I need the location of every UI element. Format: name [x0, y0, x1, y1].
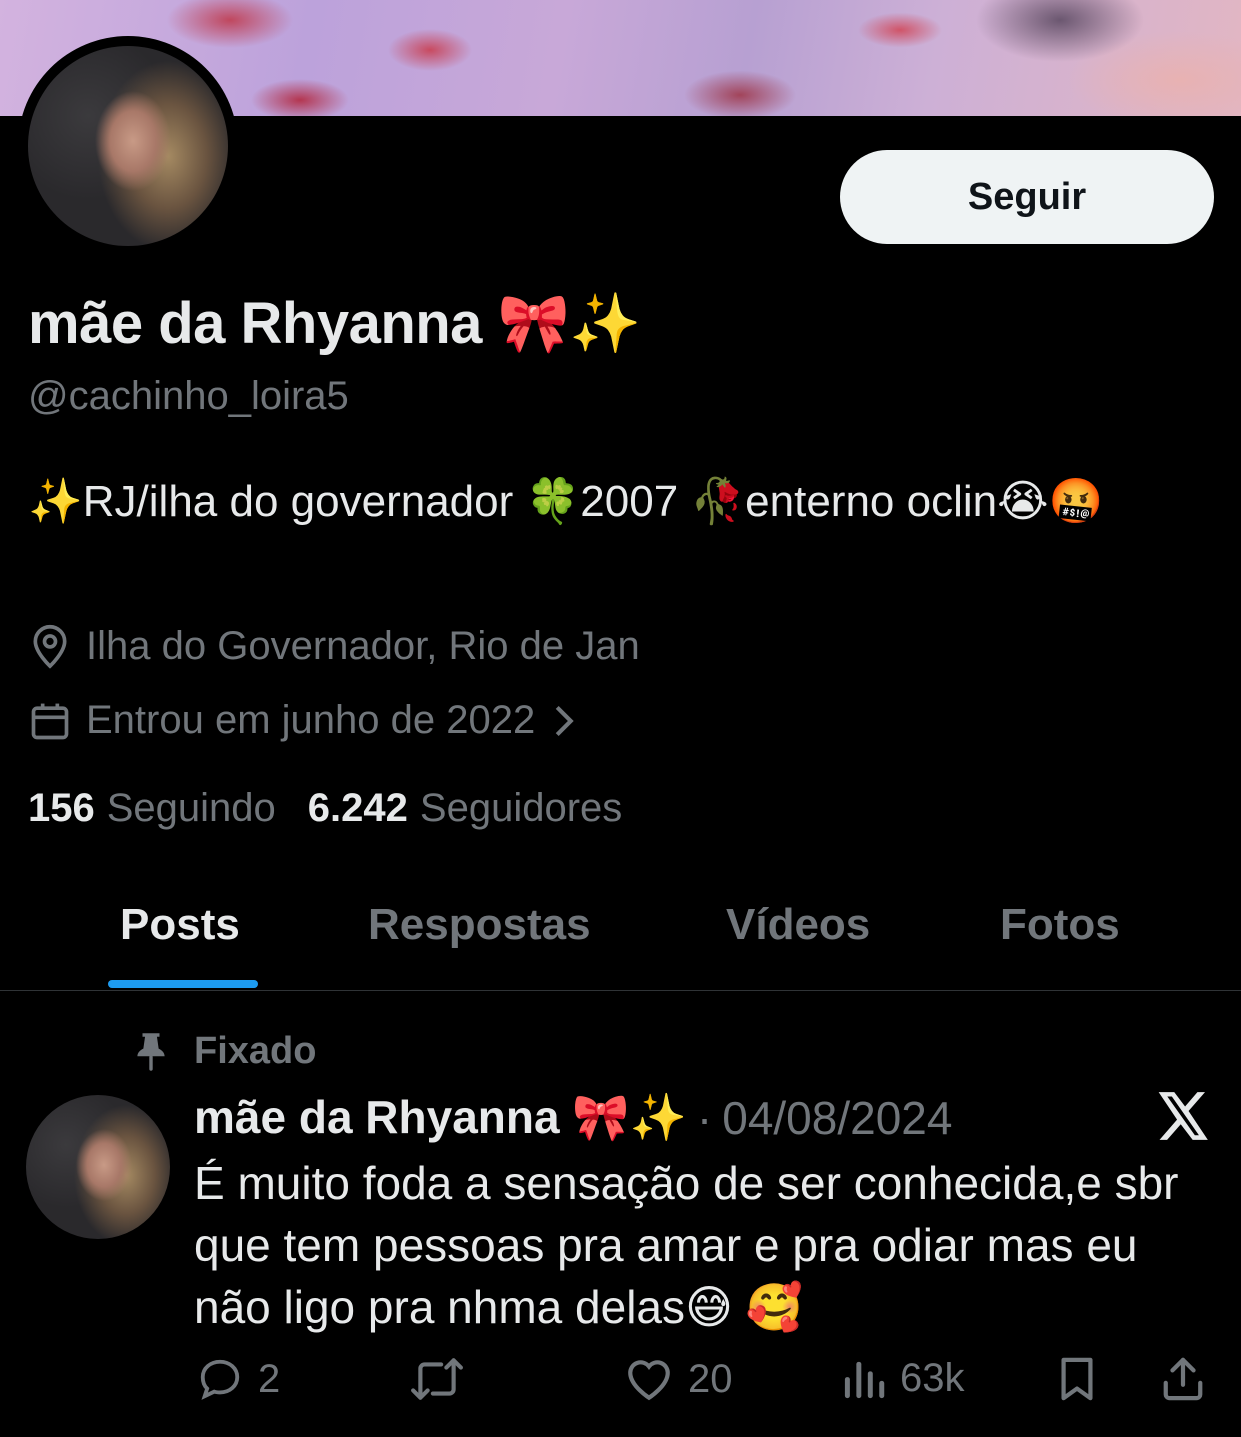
tab-videos[interactable]: Vídeos	[726, 900, 870, 950]
share-icon	[1163, 1357, 1203, 1401]
active-tab-indicator	[108, 980, 258, 988]
bookmark-icon	[1061, 1357, 1093, 1401]
share-button[interactable]	[1160, 1356, 1220, 1402]
post-text: É muito foda a sensação de ser conhecida…	[194, 1157, 1179, 1333]
follow-button[interactable]: Seguir	[840, 150, 1214, 244]
profile-location: Ilha do Governador, Rio de Jan	[28, 622, 640, 670]
profile-display-name: mãe da Rhyanna 🎀✨	[28, 291, 642, 356]
profile-joined[interactable]: Entrou em junho de 2022	[28, 698, 589, 743]
pinned-indicator: Fixado	[134, 1030, 316, 1073]
following-stat[interactable]: 156 Seguindo	[28, 786, 276, 831]
post-author-avatar[interactable]	[26, 1095, 170, 1239]
reply-icon	[200, 1359, 240, 1400]
like-button[interactable]: 20	[624, 1356, 733, 1402]
profile-tabs: Posts Respostas Vídeos Fotos	[0, 890, 1241, 991]
x-logo-icon	[1158, 1092, 1208, 1140]
post-actions: 2 20 63k	[0, 1356, 1241, 1416]
pin-icon	[137, 1032, 165, 1071]
tab-photos[interactable]: Fotos	[1000, 900, 1120, 950]
profile-stats: 156 Seguindo 6.242 Seguidores	[28, 786, 654, 831]
repost-icon	[411, 1358, 463, 1400]
profile-avatar[interactable]	[18, 36, 238, 256]
repost-button[interactable]	[410, 1356, 478, 1402]
following-count: 156	[28, 786, 95, 830]
views-button[interactable]: 63k	[842, 1356, 965, 1401]
following-label: Seguindo	[106, 786, 276, 830]
tab-posts[interactable]: Posts	[120, 900, 240, 950]
post-date[interactable]: 04/08/2024	[722, 1091, 952, 1145]
reply-count: 2	[258, 1356, 281, 1401]
tab-replies[interactable]: Respostas	[368, 900, 591, 950]
avatar-photo	[26, 1095, 170, 1239]
pinned-label: Fixado	[194, 1030, 317, 1072]
calendar-icon	[31, 703, 69, 739]
views-count: 63k	[900, 1356, 965, 1400]
post-header: mãe da Rhyanna 🎀✨ · 04/08/2024	[194, 1090, 952, 1145]
post-author-name[interactable]: mãe da Rhyanna 🎀✨	[194, 1090, 687, 1145]
profile-handle: @cachinho_loira5	[28, 374, 349, 418]
avatar-photo	[28, 46, 228, 246]
location-pin-icon	[33, 624, 67, 669]
bookmark-button[interactable]	[1056, 1356, 1112, 1402]
followers-count: 6.242	[307, 786, 408, 830]
profile-bio: ✨RJ/ilha do governador 🍀2007 🥀enterno oc…	[28, 477, 1104, 526]
reply-button[interactable]: 2	[196, 1356, 280, 1402]
heart-icon	[628, 1360, 670, 1401]
post-separator: ·	[696, 1091, 713, 1144]
views-icon	[844, 1361, 885, 1398]
like-count: 20	[688, 1356, 733, 1401]
location-text: Ilha do Governador, Rio de Jan	[86, 623, 640, 668]
joined-text: Entrou em junho de 2022	[86, 698, 536, 742]
chevron-right-icon	[555, 705, 574, 736]
followers-stat[interactable]: 6.242 Seguidores	[308, 786, 622, 831]
followers-label: Seguidores	[419, 786, 623, 830]
